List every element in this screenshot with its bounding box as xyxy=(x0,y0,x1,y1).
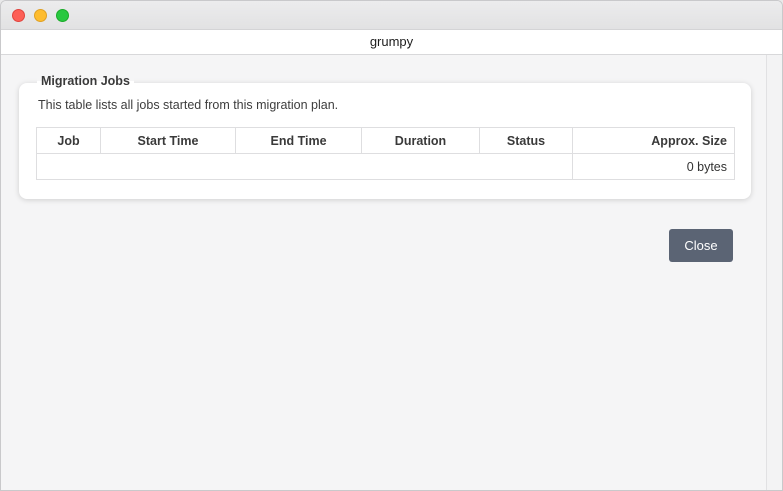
table-header-row: Job Start Time End Time Duration Status … xyxy=(36,127,735,154)
total-size-cell: 0 bytes xyxy=(572,153,735,180)
column-header-job[interactable]: Job xyxy=(36,127,101,154)
total-row-spacer xyxy=(36,153,573,180)
window-minimize-icon[interactable] xyxy=(34,9,47,22)
column-header-approx-size[interactable]: Approx. Size xyxy=(572,127,735,154)
close-button[interactable]: Close xyxy=(669,229,733,262)
title-bar[interactable] xyxy=(1,1,782,30)
window-close-icon[interactable] xyxy=(12,9,25,22)
app-window: grumpy Migration Jobs This table lists a… xyxy=(0,0,783,491)
panel-title: Migration Jobs xyxy=(37,74,134,88)
column-header-start-time[interactable]: Start Time xyxy=(100,127,236,154)
main-content: Migration Jobs This table lists all jobs… xyxy=(1,55,767,490)
scrollbar-track[interactable] xyxy=(766,55,782,490)
column-header-end-time[interactable]: End Time xyxy=(235,127,362,154)
column-header-duration[interactable]: Duration xyxy=(361,127,480,154)
panel-description: This table lists all jobs started from t… xyxy=(38,98,339,112)
window-title: grumpy xyxy=(1,30,782,55)
jobs-table: Job Start Time End Time Duration Status … xyxy=(36,127,735,180)
window-zoom-icon[interactable] xyxy=(56,9,69,22)
table-total-row: 0 bytes xyxy=(36,153,735,180)
column-header-status[interactable]: Status xyxy=(479,127,573,154)
migration-jobs-panel: Migration Jobs This table lists all jobs… xyxy=(19,74,751,199)
